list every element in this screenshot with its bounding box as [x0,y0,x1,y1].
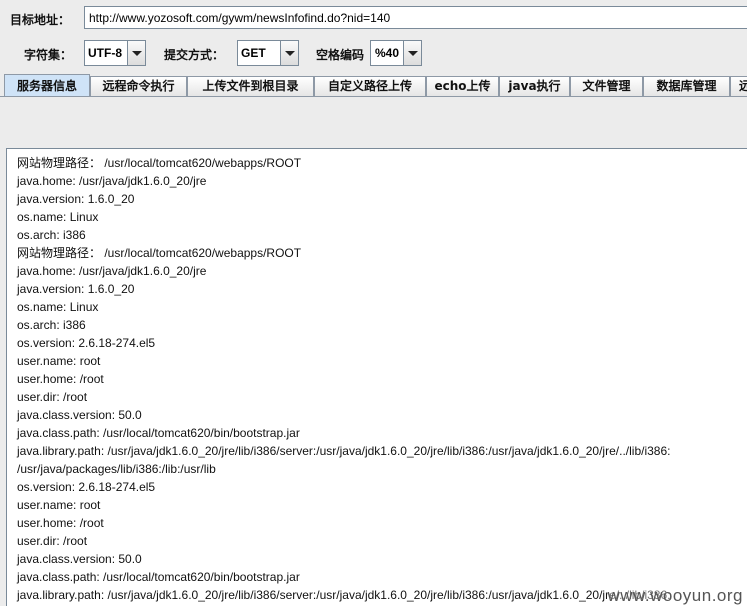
output-line: user.dir: /root [17,390,88,404]
output-line: java.library.path: /usr/java/jdk1.6.0_20… [17,588,671,602]
tab-remote-command[interactable]: 远程命令执行 [90,76,187,97]
output-line: 网站物理路径： /usr/local/tomcat620/webapps/ROO… [17,246,302,260]
watermark: www.wooyun.org [607,586,743,606]
output-line: java.version: 1.6.0_20 [17,192,135,206]
method-select[interactable]: GET [237,40,299,66]
server-info-output[interactable]: 网站物理路径： /usr/local/tomcat620/webapps/ROO… [6,148,747,606]
space-encoding-value: %40 [374,46,399,60]
output-line: java.class.version: 50.0 [17,552,142,566]
output-line: user.name: root [17,498,101,512]
tab-java-exec[interactable]: java执行 [499,76,570,97]
chevron-down-icon[interactable] [127,41,145,65]
tab-file-manager[interactable]: 文件管理 [570,76,643,97]
output-line: java.home: /usr/java/jdk1.6.0_20/jre [17,264,207,278]
charset-label: 字符集： [24,48,73,62]
options-row: 字符集： UTF-8 提交方式： GET 空格编码 %40 [0,40,747,66]
output-line: java.version: 1.6.0_20 [17,282,135,296]
output-line: os.name: Linux [17,210,99,224]
tab-echo-upload[interactable]: echo上传 [426,76,499,97]
output-line: os.name: Linux [17,300,99,314]
tab-content-header [0,97,747,145]
target-url-input[interactable]: http://www.yozosoft.com/gywm/newsInfofin… [84,6,747,29]
tab-bar: 服务器信息 远程命令执行 上传文件到根目录 自定义路径上传 echo上传 jav… [0,74,747,98]
tab-database-manager[interactable]: 数据库管理 [643,76,730,97]
charset-value: UTF-8 [88,46,122,60]
output-line: os.version: 2.6.18-274.el5 [17,336,156,350]
output-line: user.name: root [17,354,101,368]
output-line: user.home: /root [17,372,104,386]
output-line: java.class.path: /usr/local/tomcat620/bi… [17,570,300,584]
tab-custom-upload[interactable]: 自定义路径上传 [314,76,426,97]
charset-select[interactable]: UTF-8 [84,40,146,66]
tab-upload-root[interactable]: 上传文件到根目录 [187,76,314,97]
output-line: 网站物理路径： /usr/local/tomcat620/webapps/ROO… [17,156,302,170]
output-line: user.home: /root [17,516,104,530]
output-line: os.version: 2.6.18-274.el5 [17,480,156,494]
chevron-down-icon[interactable] [403,41,421,65]
output-line: os.arch: i386 [17,228,86,242]
output-line: java.home: /usr/java/jdk1.6.0_20/jre [17,174,207,188]
tab-more[interactable]: 远 [730,76,747,97]
output-line: user.dir: /root [17,534,88,548]
space-encoding-select[interactable]: %40 [370,40,422,66]
method-value: GET [241,46,266,60]
tab-server-info[interactable]: 服务器信息 [4,74,90,98]
output-line: java.library.path: /usr/java/jdk1.6.0_20… [17,444,671,458]
target-url-label: 目标地址： [10,13,71,27]
output-line: java.class.path: /usr/local/tomcat620/bi… [17,426,300,440]
target-url-row: 目标地址： http://www.yozosoft.com/gywm/newsI… [0,6,747,30]
output-line: java.class.version: 50.0 [17,408,142,422]
chevron-down-icon[interactable] [280,41,298,65]
method-label: 提交方式： [164,48,225,62]
space-encoding-label: 空格编码 [316,48,365,62]
output-line: os.arch: i386 [17,318,86,332]
output-line: /usr/java/packages/lib/i386:/lib:/usr/li… [17,462,216,476]
